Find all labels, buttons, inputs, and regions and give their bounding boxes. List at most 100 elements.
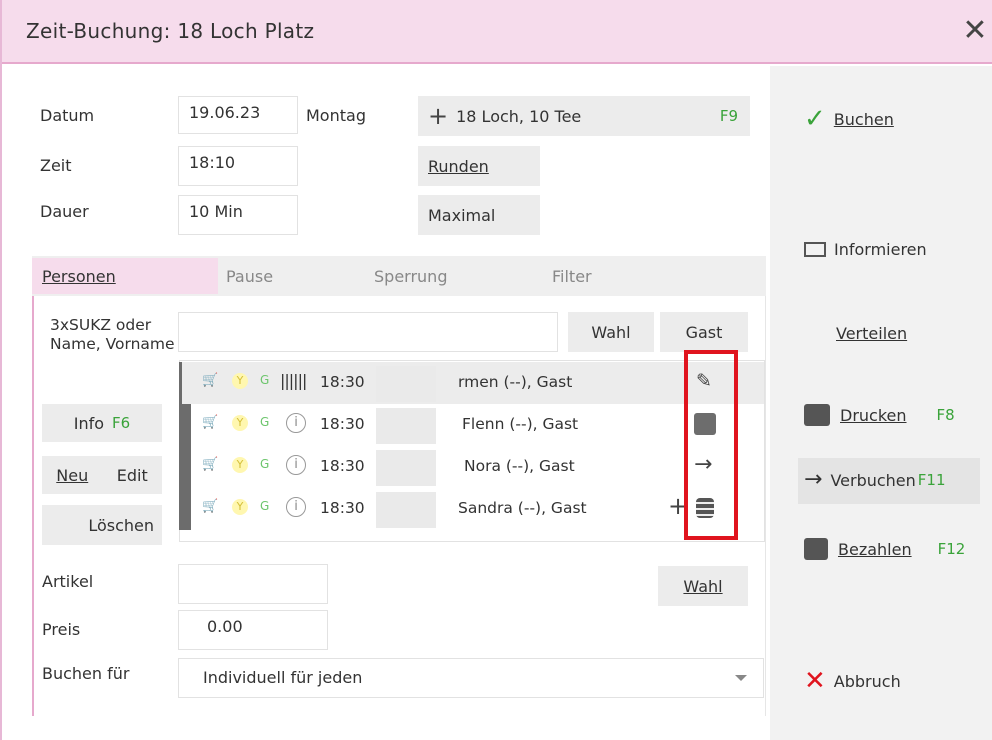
- g-badge-icon: G: [260, 415, 270, 429]
- tab-sperrung[interactable]: Sperrung: [364, 258, 544, 294]
- loeschen-button[interactable]: Löschen: [42, 505, 162, 545]
- course-key-hint: F9: [719, 107, 738, 125]
- barcode-icon: ||||||: [280, 371, 307, 390]
- close-icon[interactable]: ✕: [958, 14, 992, 48]
- info-circle-icon: i: [286, 497, 306, 517]
- verbuchen-key-hint: F11: [917, 471, 946, 489]
- info-button[interactable]: Info F6: [42, 404, 162, 442]
- dauer-label: Dauer: [40, 202, 89, 221]
- plus-icon: +: [428, 102, 449, 130]
- search-label: 3xSUKZ oder Name, Vorname: [50, 316, 175, 353]
- verbuchen-label: Verbuchen: [830, 470, 916, 490]
- dauer-field[interactable]: 10 Min: [178, 195, 298, 235]
- verteilen-button[interactable]: Verteilen: [836, 324, 907, 343]
- maximal-button[interactable]: Maximal: [418, 195, 540, 235]
- table-row[interactable]: 🛒 Y G i 18:30 Nora (--), Gast →: [182, 446, 764, 488]
- zeit-field[interactable]: 18:10: [178, 146, 298, 186]
- informieren-label: Informieren: [834, 240, 927, 259]
- row-time: 18:30: [320, 457, 365, 475]
- g-badge-icon: G: [260, 457, 270, 471]
- bezahlen-key-hint: F12: [937, 540, 966, 558]
- datum-field[interactable]: 19.06.23: [178, 96, 298, 134]
- y-badge-icon: Y: [232, 499, 248, 515]
- buchen-label: Buchen: [833, 109, 894, 129]
- tab-filter[interactable]: Filter: [542, 258, 764, 294]
- verteilen-label: Verteilen: [836, 324, 908, 343]
- course-button-label: 18 Loch, 10 Tee: [456, 106, 582, 126]
- artikel-wahl-label: Wahl: [683, 576, 723, 596]
- cart-icon: 🛒: [202, 499, 219, 514]
- wahl-button[interactable]: Wahl: [568, 312, 654, 352]
- artikel-label: Artikel: [42, 572, 94, 591]
- runden-button[interactable]: Runden: [418, 146, 540, 186]
- tab-pause[interactable]: Pause: [216, 258, 366, 294]
- cash-register-icon: [804, 538, 828, 560]
- buchen-fuer-select[interactable]: Individuell für jeden: [178, 658, 764, 698]
- artikel-field[interactable]: [178, 564, 328, 604]
- info-circle-icon: i: [286, 455, 306, 475]
- cart-icon: 🛒: [202, 457, 219, 472]
- row-name: Nora (--), Gast: [464, 457, 575, 475]
- drucken-label: Drucken: [840, 405, 907, 425]
- info-circle-icon: i: [286, 413, 306, 433]
- g-badge-icon: G: [260, 373, 270, 387]
- booking-dialog: Zeit-Buchung: 18 Loch Platz ✕ Datum 19.0…: [0, 0, 992, 740]
- close-icon: ✕: [804, 666, 826, 696]
- neu-edit-group: Neu Edit: [42, 456, 162, 494]
- y-badge-icon: Y: [232, 415, 248, 431]
- course-button[interactable]: + 18 Loch, 10 Tee F9: [418, 96, 750, 136]
- bezahlen-label: Bezahlen: [838, 539, 912, 559]
- row-time: 18:30: [320, 373, 365, 391]
- redacted-block: [376, 450, 436, 486]
- info-button-label: Info: [73, 413, 105, 433]
- abbruch-button[interactable]: ✕ Abbruch: [804, 668, 901, 694]
- buchen-button[interactable]: ✓ Buchen: [804, 106, 894, 132]
- row-time: 18:30: [320, 499, 365, 517]
- row-time: 18:30: [320, 415, 365, 433]
- window-title: Zeit-Buchung: 18 Loch Platz: [26, 19, 315, 43]
- bezahlen-button[interactable]: Bezahlen F12: [804, 538, 965, 560]
- datum-label: Datum: [40, 106, 95, 125]
- buchen-fuer-value: Individuell für jeden: [203, 668, 363, 687]
- verbuchen-button[interactable]: → Verbuchen F11: [804, 467, 946, 492]
- redacted-block: [376, 408, 436, 444]
- weekday-label: Montag: [306, 106, 366, 125]
- abbruch-label: Abbruch: [833, 671, 901, 691]
- buchen-fuer-label: Buchen für: [42, 664, 130, 683]
- preis-label: Preis: [42, 620, 81, 639]
- arrow-right-icon: →: [804, 467, 823, 492]
- y-badge-icon: Y: [232, 457, 248, 473]
- gast-button[interactable]: Gast: [660, 312, 748, 352]
- drucken-key-hint: F8: [936, 406, 955, 424]
- table-row[interactable]: 🛒 Y G i 18:30 Sandra (--), Gast +: [182, 488, 764, 530]
- runden-button-label: Runden: [428, 156, 489, 176]
- artikel-wahl-button[interactable]: Wahl: [658, 566, 748, 606]
- info-key-hint: F6: [112, 414, 131, 432]
- neu-button[interactable]: Neu: [56, 466, 88, 485]
- cart-icon: 🛒: [202, 373, 219, 388]
- redacted-block: [376, 366, 436, 402]
- row-name: Flenn (--), Gast: [462, 415, 579, 433]
- redacted-block: [376, 492, 436, 528]
- envelope-icon: [804, 242, 826, 257]
- g-badge-icon: G: [260, 499, 270, 513]
- drucken-button[interactable]: Drucken F8: [804, 404, 955, 426]
- y-badge-icon: Y: [232, 373, 248, 389]
- highlight-box: [684, 350, 738, 540]
- cart-icon: 🛒: [202, 415, 219, 430]
- row-name: rmen (--), Gast: [458, 373, 573, 391]
- title-bar: Zeit-Buchung: 18 Loch Platz ✕: [2, 0, 992, 64]
- preis-field[interactable]: 0.00: [178, 610, 328, 650]
- edit-button[interactable]: Edit: [117, 466, 148, 485]
- tab-personen[interactable]: Personen: [32, 258, 218, 294]
- printer-icon: [804, 404, 830, 426]
- search-input[interactable]: [178, 312, 558, 352]
- informieren-button[interactable]: Informieren: [804, 240, 927, 259]
- table-row[interactable]: 🛒 Y G |||||| 18:30 rmen (--), Gast ✎: [182, 362, 764, 404]
- row-name: Sandra (--), Gast: [458, 499, 587, 517]
- checkmark-icon: ✓: [804, 104, 826, 134]
- table-row[interactable]: 🛒 Y G i 18:30 Flenn (--), Gast: [182, 404, 764, 446]
- zeit-label: Zeit: [40, 156, 72, 175]
- action-panel: [770, 66, 992, 740]
- chevron-down-icon: [735, 675, 747, 681]
